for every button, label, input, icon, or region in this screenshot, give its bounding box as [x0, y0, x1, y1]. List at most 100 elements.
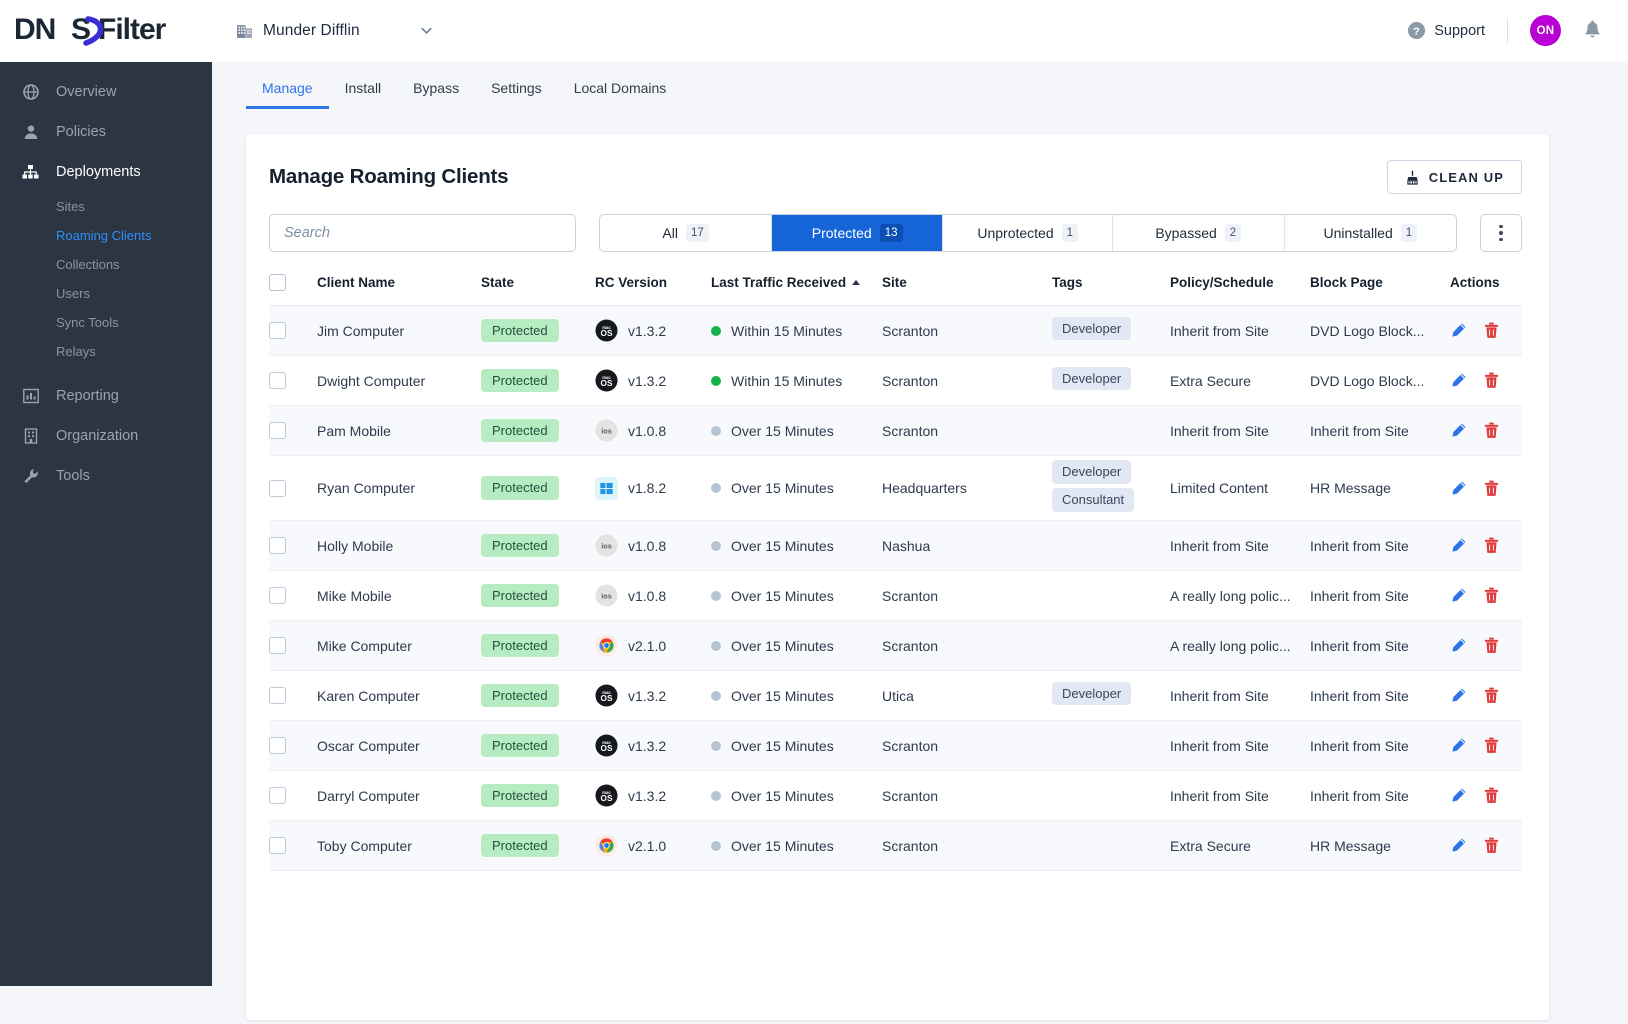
edit-pencil-icon[interactable]	[1450, 737, 1467, 754]
table-row[interactable]: Mike Computer Protected v2.1.0 Over 15 M…	[269, 621, 1522, 671]
row-checkbox[interactable]	[269, 322, 286, 339]
delete-trash-icon[interactable]	[1484, 787, 1499, 804]
row-select-cell	[269, 571, 317, 621]
row-checkbox[interactable]	[269, 422, 286, 439]
delete-trash-icon[interactable]	[1484, 537, 1499, 554]
edit-pencil-icon[interactable]	[1450, 537, 1467, 554]
sidebar-item-sync-tools[interactable]: Sync Tools	[0, 308, 212, 337]
chevron-down-icon[interactable]	[420, 24, 433, 37]
row-checkbox[interactable]	[269, 787, 286, 804]
edit-pencil-icon[interactable]	[1450, 687, 1467, 704]
cell-block-page: Inherit from Site	[1310, 521, 1450, 571]
row-checkbox[interactable]	[269, 537, 286, 554]
delete-trash-icon[interactable]	[1484, 372, 1499, 389]
sidebar-item-tools[interactable]: Tools	[0, 456, 212, 496]
support-button[interactable]: ? Support	[1407, 21, 1485, 40]
table-row[interactable]: Jim Computer Protected mac OSv1.3.2 With…	[269, 306, 1522, 356]
row-checkbox[interactable]	[269, 587, 286, 604]
tab-manage[interactable]: Manage	[246, 81, 329, 109]
row-checkbox[interactable]	[269, 837, 286, 854]
edit-pencil-icon[interactable]	[1450, 837, 1467, 854]
sidebar-item-collections[interactable]: Collections	[0, 250, 212, 279]
sidebar-item-policies[interactable]: Policies	[0, 112, 212, 152]
edit-pencil-icon[interactable]	[1450, 787, 1467, 804]
tab-local-domains[interactable]: Local Domains	[558, 81, 683, 109]
cell-policy-schedule: Inherit from Site	[1170, 771, 1310, 821]
table-row[interactable]: Toby Computer Protected v2.1.0 Over 15 M…	[269, 821, 1522, 871]
notification-bell-icon[interactable]	[1583, 20, 1602, 41]
search-input[interactable]	[269, 214, 576, 252]
filter-unprotected[interactable]: Unprotected 1	[943, 215, 1113, 251]
sidebar-item-deployments[interactable]: Deployments	[0, 152, 212, 192]
edit-pencil-icon[interactable]	[1450, 480, 1467, 497]
table-row[interactable]: Oscar Computer Protected mac OSv1.3.2 Ov…	[269, 721, 1522, 771]
cell-block-page: DVD Logo Block...	[1310, 306, 1450, 356]
sort-control[interactable]: Last Traffic Received	[711, 275, 860, 290]
table-row[interactable]: Darryl Computer Protected mac OSv1.3.2 O…	[269, 771, 1522, 821]
sidebar-item-reporting[interactable]: Reporting	[0, 376, 212, 416]
row-checkbox[interactable]	[269, 687, 286, 704]
filter-all[interactable]: All 17	[600, 215, 772, 251]
tab-bypass[interactable]: Bypass	[397, 81, 475, 109]
org-switcher[interactable]: Munder Difflin	[236, 22, 433, 40]
column-tags[interactable]: Tags	[1052, 274, 1170, 306]
tag-chip[interactable]: Developer	[1052, 460, 1131, 484]
column-state[interactable]: State	[481, 274, 595, 306]
tag-chip[interactable]: Developer	[1052, 367, 1131, 391]
sidebar-item-sites[interactable]: Sites	[0, 192, 212, 221]
delete-trash-icon[interactable]	[1484, 322, 1499, 339]
column-site[interactable]: Site	[882, 274, 1052, 306]
delete-trash-icon[interactable]	[1484, 587, 1499, 604]
column-policy-schedule[interactable]: Policy/Schedule	[1170, 274, 1310, 306]
delete-trash-icon[interactable]	[1484, 687, 1499, 704]
edit-pencil-icon[interactable]	[1450, 422, 1467, 439]
row-select-cell	[269, 406, 317, 456]
filter-uninstalled[interactable]: Uninstalled 1	[1285, 215, 1457, 251]
table-row[interactable]: Ryan Computer Protected v1.8.2 Over 15 M…	[269, 456, 1522, 521]
table-row[interactable]: Dwight Computer Protected mac OSv1.3.2 W…	[269, 356, 1522, 406]
table-row[interactable]: Karen Computer Protected mac OSv1.3.2 Ov…	[269, 671, 1522, 721]
delete-trash-icon[interactable]	[1484, 637, 1499, 654]
cell-actions	[1450, 571, 1522, 621]
sidebar-item-relays[interactable]: Relays	[0, 337, 212, 366]
sidebar-item-roaming-clients[interactable]: Roaming Clients	[0, 221, 212, 250]
row-checkbox[interactable]	[269, 737, 286, 754]
kebab-menu-icon[interactable]	[1480, 214, 1522, 252]
tab-settings[interactable]: Settings	[475, 81, 558, 109]
edit-pencil-icon[interactable]	[1450, 587, 1467, 604]
column-last-traffic[interactable]: Last Traffic Received	[711, 274, 882, 306]
sidebar-item-organization[interactable]: Organization	[0, 416, 212, 456]
tag-chip[interactable]: Developer	[1052, 682, 1131, 706]
avatar[interactable]: ON	[1530, 15, 1561, 46]
row-checkbox[interactable]	[269, 480, 286, 497]
table-row[interactable]: Holly Mobile Protected iosv1.0.8 Over 15…	[269, 521, 1522, 571]
status-badge: Protected	[481, 534, 559, 558]
cell-site: Scranton	[882, 821, 1052, 871]
delete-trash-icon[interactable]	[1484, 837, 1499, 854]
row-select-cell	[269, 621, 317, 671]
clean-up-button[interactable]: CLEAN UP	[1387, 160, 1522, 194]
column-rc-version[interactable]: RC Version	[595, 274, 711, 306]
delete-trash-icon[interactable]	[1484, 422, 1499, 439]
filter-protected[interactable]: Protected 13	[772, 215, 944, 251]
select-all-checkbox[interactable]	[269, 274, 286, 291]
cell-state: Protected	[481, 821, 595, 871]
table-row[interactable]: Pam Mobile Protected iosv1.0.8 Over 15 M…	[269, 406, 1522, 456]
row-checkbox[interactable]	[269, 372, 286, 389]
app-logo[interactable]: DN S Filter	[0, 14, 212, 48]
tab-install[interactable]: Install	[329, 81, 398, 109]
filter-bypassed[interactable]: Bypassed 2	[1113, 215, 1285, 251]
sidebar-item-users[interactable]: Users	[0, 279, 212, 308]
delete-trash-icon[interactable]	[1484, 737, 1499, 754]
tag-chip[interactable]: Developer	[1052, 317, 1131, 341]
sidebar-item-overview[interactable]: Overview	[0, 72, 212, 112]
tag-chip[interactable]: Consultant	[1052, 488, 1134, 512]
edit-pencil-icon[interactable]	[1450, 322, 1467, 339]
edit-pencil-icon[interactable]	[1450, 372, 1467, 389]
delete-trash-icon[interactable]	[1484, 480, 1499, 497]
edit-pencil-icon[interactable]	[1450, 637, 1467, 654]
row-checkbox[interactable]	[269, 637, 286, 654]
column-block-page[interactable]: Block Page	[1310, 274, 1450, 306]
column-client-name[interactable]: Client Name	[317, 274, 481, 306]
table-row[interactable]: Mike Mobile Protected iosv1.0.8 Over 15 …	[269, 571, 1522, 621]
